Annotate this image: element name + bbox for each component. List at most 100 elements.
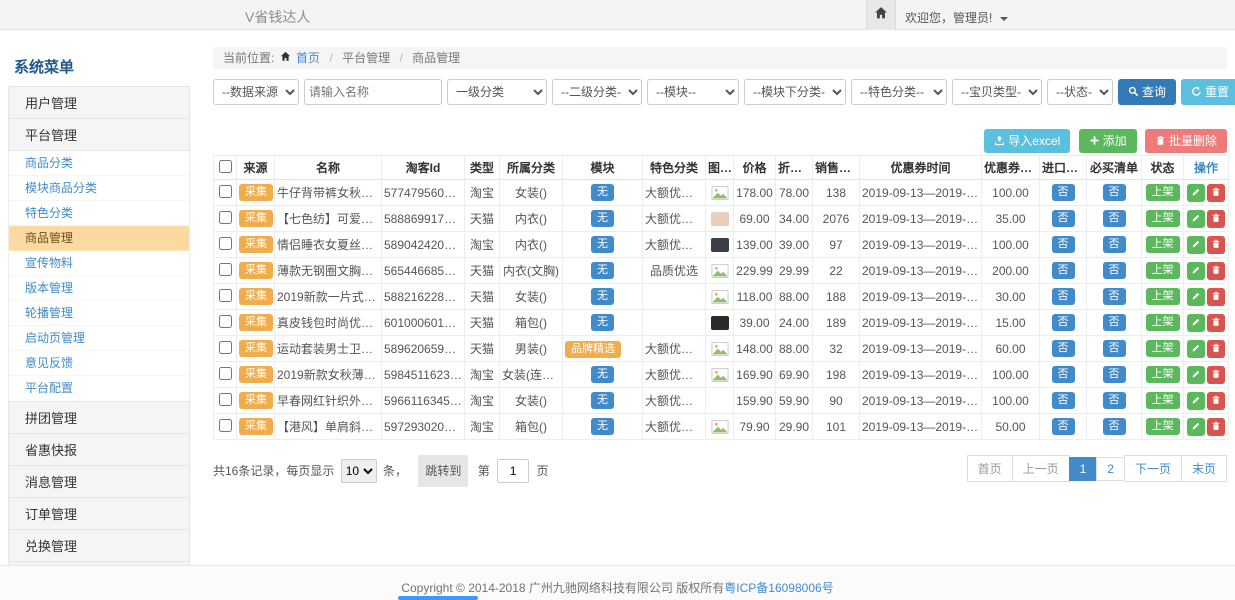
row-checkbox[interactable] [219,211,232,224]
status-select[interactable]: --状态-- [1047,79,1113,105]
row-checkbox[interactable] [219,289,232,302]
sidebar-item-goods-mgmt[interactable]: 商品管理 [9,226,189,251]
breadcrumb-home-link[interactable]: 首页 [296,51,320,65]
must-buy-toggle[interactable]: 否 [1103,184,1126,201]
row-checkbox[interactable] [219,419,232,432]
status-toggle[interactable]: 上架 [1146,184,1180,201]
delete-button[interactable] [1207,262,1225,280]
import-select-toggle[interactable]: 否 [1052,236,1075,253]
edit-button[interactable] [1187,392,1205,410]
reset-button[interactable]: 重置 [1181,79,1235,105]
row-checkbox[interactable] [219,367,232,380]
import-select-toggle[interactable]: 否 [1052,184,1075,201]
edit-button[interactable] [1187,210,1205,228]
module-subcategory-select[interactable]: --模块下分类-- [744,79,846,105]
row-checkbox[interactable] [219,263,232,276]
import-select-toggle[interactable]: 否 [1052,340,1075,357]
search-button[interactable]: 查询 [1118,79,1176,105]
edit-button[interactable] [1187,236,1205,254]
batch-delete-button[interactable]: 批量删除 [1145,129,1227,153]
horizontal-scrollbar[interactable] [398,596,478,600]
sidebar-item-order-mgmt[interactable]: 订单管理 [8,497,190,530]
import-select-toggle[interactable]: 否 [1052,392,1075,409]
sidebar-item-user-mgmt[interactable]: 用户管理 [8,86,190,119]
sidebar-item-goods-category[interactable]: 商品分类 [9,151,189,176]
delete-button[interactable] [1207,340,1225,358]
status-toggle[interactable]: 上架 [1146,210,1180,227]
status-toggle[interactable]: 上架 [1146,288,1180,305]
delete-button[interactable] [1207,392,1225,410]
user-menu[interactable]: 欢迎您，管理员! [905,9,1008,26]
import-select-toggle[interactable]: 否 [1052,366,1075,383]
must-buy-toggle[interactable]: 否 [1103,392,1126,409]
page-button-1[interactable]: 1 [1069,457,1098,481]
per-page-select[interactable]: 10 [341,459,377,483]
select-all-checkbox[interactable] [219,160,232,173]
status-toggle[interactable]: 上架 [1146,418,1180,435]
status-toggle[interactable]: 上架 [1146,236,1180,253]
must-buy-toggle[interactable]: 否 [1103,418,1126,435]
icp-link[interactable]: 粤ICP备16098006号 [724,581,833,595]
delete-button[interactable] [1207,366,1225,384]
sidebar-item-message-mgmt[interactable]: 消息管理 [8,465,190,498]
status-toggle[interactable]: 上架 [1146,366,1180,383]
status-toggle[interactable]: 上架 [1146,392,1180,409]
delete-button[interactable] [1207,210,1225,228]
module-select[interactable]: --模块-- [647,79,739,105]
status-toggle[interactable]: 上架 [1146,314,1180,331]
row-checkbox[interactable] [219,237,232,250]
sidebar-item-group-buy-mgmt[interactable]: 拼团管理 [8,401,190,434]
sidebar-item-splash-mgmt[interactable]: 启动页管理 [9,326,189,351]
import-select-toggle[interactable]: 否 [1052,418,1075,435]
jump-button[interactable]: 跳转到 [418,455,468,487]
import-select-toggle[interactable]: 否 [1052,262,1075,279]
delete-button[interactable] [1207,184,1225,202]
must-buy-toggle[interactable]: 否 [1103,210,1126,227]
status-toggle[interactable]: 上架 [1146,262,1180,279]
edit-button[interactable] [1187,184,1205,202]
sidebar-item-version-mgmt[interactable]: 版本管理 [9,276,189,301]
page-number-input[interactable] [497,459,529,483]
data-source-select[interactable]: --数据来源-- [213,79,299,105]
must-buy-toggle[interactable]: 否 [1103,314,1126,331]
sidebar-item-exchange-mgmt[interactable]: 兑换管理 [8,529,190,562]
row-checkbox[interactable] [219,341,232,354]
edit-button[interactable] [1187,288,1205,306]
page-button-下一页[interactable]: 下一页 [1124,455,1182,482]
level2-category-select[interactable]: --二级分类-- [552,79,642,105]
sidebar-item-platform-config[interactable]: 平台配置 [9,376,189,401]
home-button[interactable] [866,0,896,30]
edit-button[interactable] [1187,366,1205,384]
sidebar-item-module-goods-category[interactable]: 模块商品分类 [9,176,189,201]
name-input[interactable] [304,79,442,105]
row-checkbox[interactable] [219,185,232,198]
import-select-toggle[interactable]: 否 [1052,210,1075,227]
must-buy-toggle[interactable]: 否 [1103,288,1126,305]
import-excel-button[interactable]: 导入excel [984,129,1070,153]
row-checkbox[interactable] [219,315,232,328]
must-buy-toggle[interactable]: 否 [1103,340,1126,357]
edit-button[interactable] [1187,418,1205,436]
edit-button[interactable] [1187,340,1205,358]
delete-button[interactable] [1207,236,1225,254]
must-buy-toggle[interactable]: 否 [1103,262,1126,279]
page-button-首页[interactable]: 首页 [967,455,1013,482]
must-buy-toggle[interactable]: 否 [1103,366,1126,383]
row-checkbox[interactable] [219,393,232,406]
delete-button[interactable] [1207,314,1225,332]
level1-category-select[interactable]: 一级分类 [447,79,547,105]
sidebar-item-promo-materials[interactable]: 宣传物料 [9,251,189,276]
edit-button[interactable] [1187,262,1205,280]
must-buy-toggle[interactable]: 否 [1103,236,1126,253]
sidebar-item-feature-category[interactable]: 特色分类 [9,201,189,226]
sidebar-item-feedback[interactable]: 意见反馈 [9,351,189,376]
import-select-toggle[interactable]: 否 [1052,288,1075,305]
import-select-toggle[interactable]: 否 [1052,314,1075,331]
sidebar-item-discount-express[interactable]: 省惠快报 [8,433,190,466]
add-button[interactable]: 添加 [1079,129,1137,153]
item-type-select[interactable]: --宝贝类型-- [952,79,1042,105]
page-button-2[interactable]: 2 [1096,457,1125,481]
page-button-上一页[interactable]: 上一页 [1012,455,1070,482]
page-button-末页[interactable]: 末页 [1181,455,1227,482]
feature-category-select[interactable]: --特色分类-- [851,79,947,105]
